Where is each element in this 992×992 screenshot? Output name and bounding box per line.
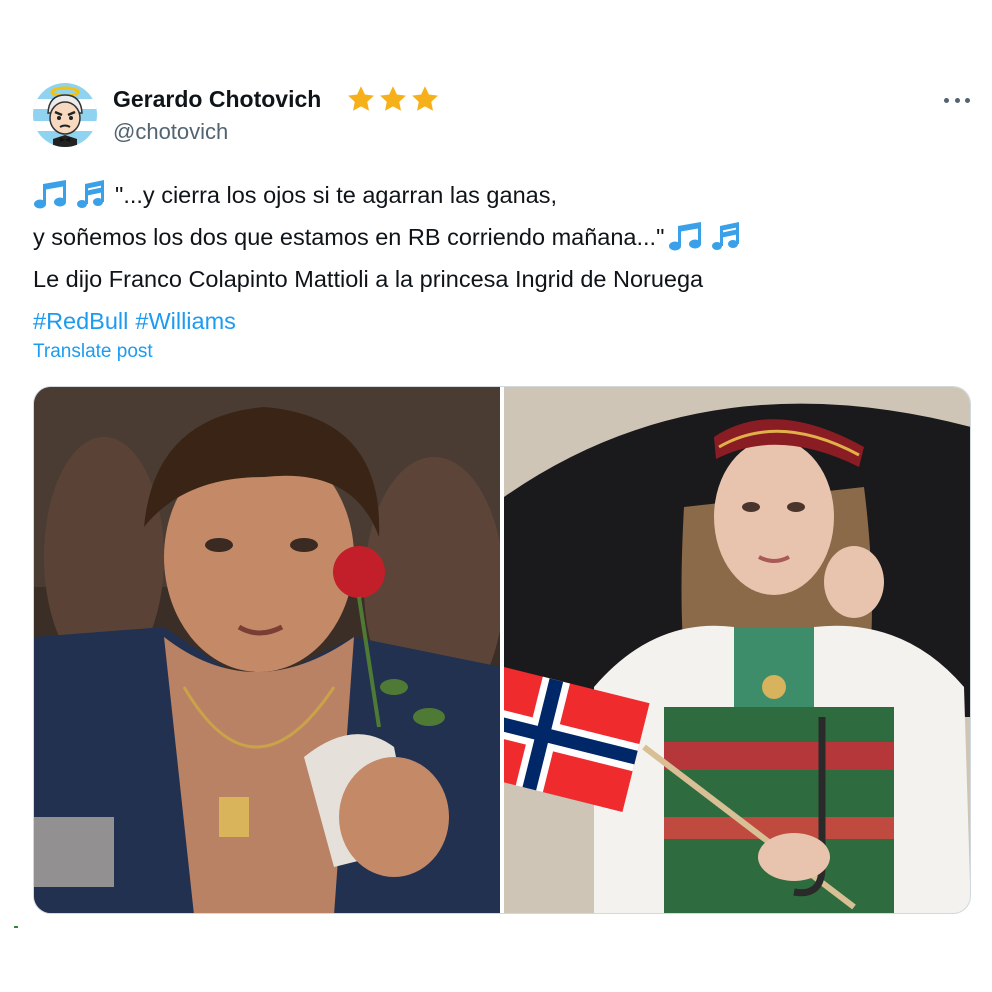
tweet-line-3-text: Le dijo Franco Colapinto Mattioli a la p…: [33, 266, 704, 292]
woman-with-norwegian-flag-photo[interactable]: [504, 387, 970, 913]
more-horizontal-icon[interactable]: [944, 92, 970, 108]
musical-notes-icon: [669, 222, 740, 251]
star-icon: [380, 86, 406, 111]
tweet-hashtags: #RedBull #Williams: [33, 300, 963, 342]
tweet-text: "...y cierra los ojos si te agarran las …: [33, 174, 963, 342]
stray-mark: [14, 926, 18, 928]
young-man-holding-rose-photo[interactable]: [34, 387, 500, 913]
tweet-line-2-text: y soñemos los dos que estamos en RB corr…: [33, 224, 665, 250]
more-dot: [944, 97, 949, 103]
avatar[interactable]: [33, 83, 97, 147]
woman-with-norwegian-flag-image: [504, 387, 970, 913]
star-icon: [348, 86, 374, 111]
badge-stars: [346, 84, 440, 116]
author-handle[interactable]: @chotovich: [113, 118, 228, 146]
more-dot: [965, 97, 970, 103]
author-name[interactable]: Gerardo Chotovich: [113, 84, 321, 114]
young-man-holding-rose-image: [34, 387, 500, 913]
hashtag-williams[interactable]: #Williams: [135, 300, 236, 342]
more-dot: [954, 97, 960, 103]
musical-notes-icon: [34, 180, 104, 209]
tweet-line-1: "...y cierra los ojos si te agarran las …: [33, 174, 963, 216]
star-icon: [412, 86, 438, 111]
translate-post-link[interactable]: Translate post: [33, 339, 153, 365]
tweet-line-1-text: "...y cierra los ojos si te agarran las …: [115, 182, 557, 208]
tweet-line-2: y soñemos los dos que estamos en RB corr…: [33, 216, 963, 258]
hashtag-redbull[interactable]: #RedBull: [33, 300, 128, 342]
media-grid: [33, 386, 971, 914]
tweet-line-3: Le dijo Franco Colapinto Mattioli a la p…: [33, 258, 963, 300]
cartoon-angel-avatar-icon: [33, 83, 97, 147]
